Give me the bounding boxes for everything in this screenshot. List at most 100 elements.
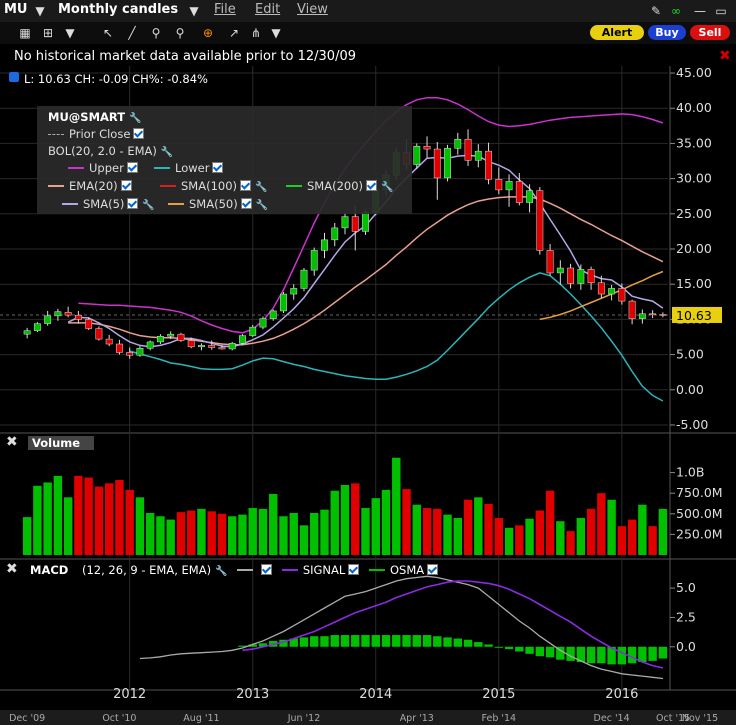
- sma5-swatch: [62, 203, 78, 205]
- macd-legend: MACD (12, 26, 9 - EMA, EMA) 🔧 SIGNAL OSMA: [30, 563, 439, 577]
- candle: [290, 288, 298, 295]
- menu-file[interactable]: File: [214, 2, 236, 17]
- y-tick-label: 25.00: [676, 206, 712, 221]
- osma-bar: [638, 646, 647, 663]
- wrench-icon[interactable]: 🔧: [129, 113, 141, 124]
- lower-swatch: [154, 167, 170, 169]
- volume-bar: [238, 514, 247, 555]
- candle: [351, 216, 359, 232]
- period-selector[interactable]: Monthly candles: [58, 2, 178, 17]
- legend-sma5: SMA(5) 🔧: [62, 197, 155, 211]
- wrench-icon[interactable]: 🔧: [256, 200, 268, 211]
- osma-bar: [412, 635, 421, 647]
- legend-sma50: SMA(50) 🔧: [168, 197, 268, 211]
- wrench-icon[interactable]: ✎: [648, 3, 664, 19]
- candle: [54, 311, 62, 317]
- wrench-icon[interactable]: 🔧: [161, 147, 173, 158]
- signal-checkbox[interactable]: [348, 564, 360, 575]
- volume-bar: [115, 480, 124, 555]
- navigator-tick-label: Oct '10: [102, 713, 136, 724]
- volume-bar: [463, 499, 473, 555]
- volume-bar: [566, 531, 575, 555]
- candle: [44, 315, 52, 324]
- info-icon[interactable]: [9, 72, 19, 82]
- candle: [464, 138, 472, 161]
- legend-upper: Upper: [68, 161, 138, 175]
- macd-params: (12, 26, 9 - EMA, EMA): [82, 563, 212, 577]
- osma-bar: [525, 646, 534, 654]
- wrench-icon[interactable]: 🔧: [381, 182, 393, 193]
- x-tick-label: 2013: [236, 687, 269, 702]
- candle: [300, 269, 308, 289]
- osma-bar: [484, 644, 493, 647]
- candle: [74, 314, 82, 320]
- symbol-selector[interactable]: MU: [4, 2, 28, 17]
- chevron-down-icon[interactable]: ▼: [186, 3, 202, 19]
- volume-bar: [299, 525, 309, 555]
- sma100-checkbox[interactable]: [240, 180, 252, 191]
- ema20-swatch: [48, 185, 64, 187]
- osma-bar: [422, 635, 432, 647]
- osma-bar: [627, 646, 637, 664]
- sma50-label: SMA(50): [189, 197, 238, 211]
- navigator-tick-label: Apr '13: [400, 713, 434, 724]
- legend-symbol: MU@SMART 🔧: [48, 110, 142, 124]
- prior-close-checkbox[interactable]: [133, 128, 145, 139]
- candle: [115, 343, 123, 353]
- volume-bar: [176, 512, 186, 555]
- minimize-icon[interactable]: —: [692, 3, 708, 19]
- osma-bar: [648, 646, 657, 661]
- volume-bar: [504, 527, 514, 555]
- candle: [567, 267, 575, 284]
- volume-bar: [453, 517, 462, 555]
- legend-prior-close: Prior Close: [48, 127, 145, 141]
- volume-bar: [648, 526, 657, 555]
- wrench-icon[interactable]: 🔧: [255, 182, 267, 193]
- volume-bar: [525, 518, 534, 555]
- wrench-icon[interactable]: 🔧: [142, 200, 154, 211]
- candle: [423, 145, 431, 150]
- menu-view[interactable]: View: [297, 2, 328, 17]
- upper-checkbox[interactable]: [126, 162, 138, 173]
- osma-bar: [597, 646, 606, 664]
- volume-bar: [340, 484, 350, 555]
- menu-edit[interactable]: Edit: [255, 2, 280, 17]
- x-tick-label: 2014: [359, 687, 392, 702]
- candle: [259, 318, 267, 328]
- macd-checkbox[interactable]: [261, 564, 273, 575]
- osma-bar: [443, 637, 452, 647]
- osma-checkbox[interactable]: [427, 564, 439, 575]
- volume-bar: [228, 516, 237, 555]
- candle: [198, 345, 205, 348]
- macd-swatch: [237, 569, 254, 571]
- sma5-checkbox[interactable]: [127, 198, 139, 209]
- legend-lower: Lower: [154, 161, 224, 175]
- volume-bar: [576, 517, 586, 555]
- candle: [587, 269, 595, 284]
- lower-checkbox[interactable]: [212, 162, 224, 173]
- volume-bar: [217, 513, 227, 555]
- volume-bar: [104, 483, 114, 555]
- navigator-tick-label: Nov '15: [682, 713, 718, 724]
- sma50-checkbox[interactable]: [240, 198, 252, 209]
- osma-swatch: [368, 569, 385, 571]
- close-macd-icon[interactable]: ✖: [6, 561, 18, 577]
- maximize-icon[interactable]: ▭: [713, 3, 729, 19]
- macd-line: [139, 575, 663, 680]
- sma200-checkbox[interactable]: [366, 180, 378, 191]
- wrench-icon[interactable]: 🔧: [215, 566, 227, 577]
- volume-bar: [607, 499, 616, 555]
- link-icon[interactable]: ∞: [668, 3, 684, 19]
- volume-bar: [402, 489, 411, 555]
- candle: [33, 323, 41, 331]
- volume-bar: [545, 490, 555, 555]
- ema20-checkbox[interactable]: [120, 180, 132, 191]
- close-volume-icon[interactable]: ✖: [6, 434, 18, 450]
- macd-tick-label: 5.0: [676, 580, 696, 595]
- chevron-down-icon[interactable]: ▼: [32, 3, 48, 19]
- volume-bar: [361, 508, 370, 555]
- y-tick-label: 5.00: [676, 347, 704, 362]
- candle: [156, 336, 164, 343]
- volume-bar: [658, 508, 668, 555]
- volume-bar: [586, 508, 596, 555]
